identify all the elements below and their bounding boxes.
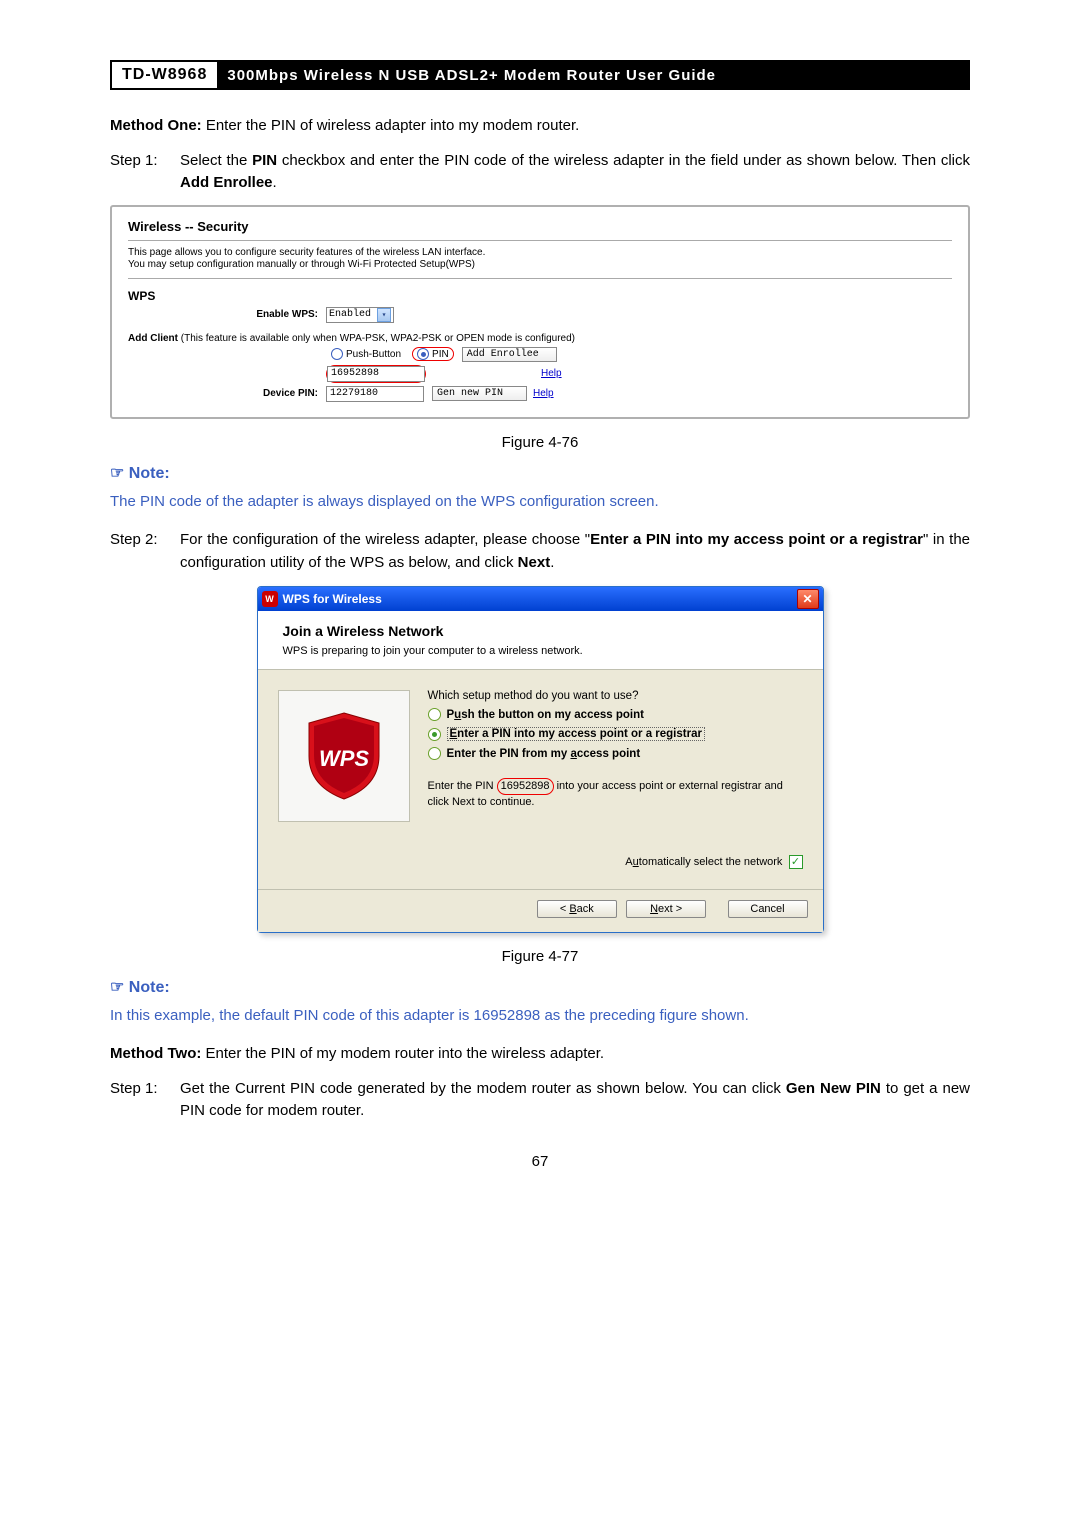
close-icon[interactable]: ✕ (797, 589, 819, 609)
pin-radio[interactable] (417, 348, 429, 360)
wizard-hint: Enter the PIN 16952898 into your access … (428, 778, 803, 810)
gen-new-pin-button[interactable]: Gen new PIN (432, 386, 527, 401)
step-1b: Step 1: Get the Current PIN code generat… (110, 1078, 970, 1123)
pin-value-highlight: 16952898 (326, 365, 426, 383)
enable-wps-label: Enable WPS: (128, 309, 326, 320)
wizard-footer: < Back Next > Cancel (258, 890, 823, 932)
wps-heading: WPS (128, 289, 952, 303)
next-button[interactable]: Next > (626, 900, 706, 918)
auto-select-row[interactable]: Automatically select the network ✓ (428, 855, 803, 869)
step-2-body: For the configuration of the wireless ad… (180, 529, 970, 574)
note-1-text: The PIN code of the adapter is always di… (110, 491, 970, 514)
device-pin-input[interactable]: 12279180 (326, 386, 424, 402)
router-screenshot: Wireless -- Security This page allows yo… (110, 205, 970, 419)
push-button-label: Push-Button (346, 349, 401, 360)
add-enrollee-button[interactable]: Add Enrollee (462, 347, 557, 362)
client-pin-input[interactable]: 16952898 (327, 366, 425, 382)
wizard-subheading: WPS is preparing to join your computer t… (283, 645, 803, 657)
step-1-label: Step 1: (110, 150, 180, 195)
step-1-body: Select the PIN checkbox and enter the PI… (180, 150, 970, 195)
pin-radio-highlight: PIN (412, 347, 454, 361)
router-section-title: Wireless -- Security (128, 219, 952, 234)
pin-radio-label: PIN (432, 349, 449, 360)
step-1b-label: Step 1: (110, 1078, 180, 1123)
option-enter-pin-into-ap[interactable]: Enter a PIN into my access point or a re… (428, 727, 803, 741)
radio-icon-selected (428, 728, 441, 741)
add-client-row: Add Client (This feature is available on… (128, 333, 952, 344)
enable-wps-select[interactable]: Enabled ▾ (326, 307, 394, 323)
radio-icon (428, 708, 441, 721)
model-number: TD-W8968 (112, 62, 217, 88)
method-two-text: Enter the PIN of my modem router into th… (201, 1045, 604, 1062)
method-one-label: Method One: (110, 117, 202, 134)
wizard-options: Which setup method do you want to use? P… (428, 690, 803, 869)
wps-app-icon: W (262, 591, 278, 607)
pin-highlight: 16952898 (497, 778, 554, 795)
figure-1-caption: Figure 4-76 (110, 434, 970, 451)
help-link-1[interactable]: Help (541, 368, 562, 379)
option-enter-pin-from-ap[interactable]: Enter the PIN from my access point (428, 747, 803, 760)
svg-text:WPS: WPS (318, 746, 368, 771)
option-push-button[interactable]: Push the button on my access point (428, 708, 803, 721)
step-1: Step 1: Select the PIN checkbox and ente… (110, 150, 970, 195)
page-header: TD-W8968 300Mbps Wireless N USB ADSL2+ M… (110, 60, 970, 90)
method-two: Method Two: Enter the PIN of my modem ro… (110, 1043, 970, 1066)
method-one-text: Enter the PIN of wireless adapter into m… (202, 117, 580, 134)
step-1b-body: Get the Current PIN code generated by th… (180, 1078, 970, 1123)
wps-wizard-window: W WPS for Wireless ✕ Join a Wireless Net… (257, 586, 824, 933)
wps-logo: WPS (278, 690, 410, 822)
wizard-heading: Join a Wireless Network (283, 623, 803, 639)
figure-2-caption: Figure 4-77 (110, 948, 970, 965)
wizard-question: Which setup method do you want to use? (428, 690, 803, 702)
help-link-2[interactable]: Help (533, 388, 554, 399)
checkbox-checked-icon[interactable]: ✓ (789, 855, 803, 869)
wizard-body: WPS Which setup method do you want to us… (258, 669, 823, 890)
push-button-radio[interactable] (331, 348, 343, 360)
chevron-down-icon: ▾ (377, 308, 391, 322)
device-pin-label: Device PIN: (128, 388, 326, 399)
note-2-text: In this example, the default PIN code of… (110, 1005, 970, 1028)
wizard-header: Join a Wireless Network WPS is preparing… (258, 611, 823, 669)
radio-icon (428, 747, 441, 760)
note-2-label: Note: (110, 977, 970, 997)
method-one: Method One: Enter the PIN of wireless ad… (110, 115, 970, 138)
step-2: Step 2: For the configuration of the wir… (110, 529, 970, 574)
note-1-label: Note: (110, 463, 970, 483)
page-number: 67 (110, 1153, 970, 1170)
wizard-titlebar: W WPS for Wireless ✕ (258, 587, 823, 611)
cancel-button[interactable]: Cancel (728, 900, 808, 918)
back-button[interactable]: < Back (537, 900, 617, 918)
doc-title: 300Mbps Wireless N USB ADSL2+ Modem Rout… (217, 62, 968, 88)
router-description: This page allows you to configure securi… (128, 247, 952, 272)
wizard-window-title: WPS for Wireless (283, 592, 797, 606)
step-2-label: Step 2: (110, 529, 180, 574)
method-two-label: Method Two: (110, 1045, 201, 1062)
